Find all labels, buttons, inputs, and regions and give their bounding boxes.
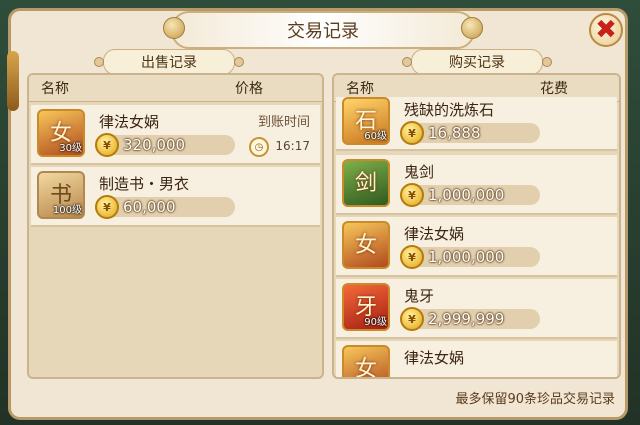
- buy-row[interactable]: 剑 鬼剑 ¥ 1,000,000: [336, 155, 617, 215]
- buy-record-list[interactable]: 名称 花费 石 60级 残缺的洗炼石 ¥ 16,888 剑 鬼剑 ¥ 1,000…: [332, 73, 621, 379]
- sell-list-header: 名称 价格: [29, 75, 322, 102]
- item-level: 100级: [52, 205, 82, 216]
- buy-row[interactable]: 女 律法女娲 ¥ 1,000,000: [336, 217, 617, 277]
- item-name: 残缺的洗炼石: [404, 101, 495, 119]
- item-thumbnail: 女 30级: [37, 109, 85, 157]
- item-thumbnail: 书 100级: [37, 171, 85, 219]
- buy-header-cost: 花费: [540, 81, 568, 97]
- buy-row[interactable]: 女 律法女娲: [336, 341, 617, 379]
- item-price: 2,999,999: [428, 310, 505, 328]
- ghost-sword-icon: 剑: [354, 171, 377, 196]
- price-bar: ¥ 1,000,000: [400, 245, 540, 269]
- item-price: 1,000,000: [428, 186, 505, 204]
- dialog-title-bar: 交易记录: [163, 11, 483, 49]
- price-bar: ¥ 60,000: [95, 195, 235, 219]
- item-price: 1,000,000: [428, 248, 505, 266]
- item-name: 鬼牙: [404, 287, 435, 305]
- sell-record-list: 名称 价格 女 30级 律法女娲 ¥ 320,000 到账时间 ◷ 16:17 …: [27, 73, 324, 379]
- coin-icon: ¥: [95, 195, 119, 219]
- sell-header-name: 名称: [41, 81, 69, 97]
- buy-header-name: 名称: [346, 81, 374, 97]
- item-level: 60级: [364, 131, 387, 142]
- sell-row[interactable]: 女 30级 律法女娲 ¥ 320,000 到账时间 ◷ 16:17: [31, 105, 320, 165]
- dialog-title: 交易记录: [287, 21, 359, 42]
- item-price: 60,000: [123, 198, 176, 216]
- coin-icon: ¥: [400, 183, 424, 207]
- buy-row[interactable]: 牙 90级 鬼牙 ¥ 2,999,999: [336, 279, 617, 339]
- price-bar: ¥ 16,888: [400, 121, 540, 145]
- item-avatar-icon: 女: [354, 233, 377, 258]
- item-thumbnail: 石 60级: [342, 97, 390, 145]
- item-name: 鬼剑: [404, 163, 435, 181]
- due-time-label: 到账时间: [257, 115, 310, 130]
- item-price: 320,000: [123, 136, 186, 154]
- item-thumbnail: 剑: [342, 159, 390, 207]
- item-thumbnail: 女: [342, 345, 390, 379]
- buy-row[interactable]: 石 60级 残缺的洗炼石 ¥ 16,888: [336, 97, 617, 151]
- sell-section-label: 出售记录: [141, 55, 197, 71]
- price-bar: ¥ 1,000,000: [400, 183, 540, 207]
- decorative-tassel: [7, 51, 19, 111]
- item-level: 30级: [59, 143, 82, 154]
- sell-header-price: 价格: [235, 81, 263, 97]
- item-avatar-icon: 女: [354, 357, 377, 379]
- sell-row[interactable]: 书 100级 制造书・男衣 ¥ 60,000: [31, 167, 320, 227]
- trade-record-dialog: 交易记录 ✖ 出售记录 名称 价格 女 30级 律法女娲 ¥ 320,000 到…: [7, 8, 628, 420]
- due-time-value: 16:17: [275, 139, 310, 153]
- item-name: 律法女娲: [404, 349, 465, 367]
- title-knob-left: [163, 17, 185, 39]
- price-bar: ¥ 2,999,999: [400, 307, 540, 331]
- buy-section-label: 购买记录: [449, 55, 505, 71]
- item-name: 律法女娲: [99, 113, 160, 131]
- coin-icon: ¥: [400, 121, 424, 145]
- title-knob-right: [461, 17, 483, 39]
- coin-icon: ¥: [400, 307, 424, 331]
- coin-icon: ¥: [400, 245, 424, 269]
- close-button[interactable]: ✖: [589, 13, 623, 47]
- item-level: 90级: [364, 317, 387, 328]
- buy-section-title: 购买记录: [402, 49, 552, 75]
- sell-section-title: 出售记录: [94, 49, 244, 75]
- item-price: 16,888: [428, 124, 481, 142]
- item-thumbnail: 女: [342, 221, 390, 269]
- price-bar: ¥ 320,000: [95, 133, 235, 157]
- item-name: 律法女娲: [404, 225, 465, 243]
- footer-note: 最多保留90条珍品交易记录: [455, 392, 615, 407]
- item-name: 制造书・男衣: [99, 175, 190, 193]
- clock-icon: ◷: [249, 137, 269, 157]
- close-icon: ✖: [595, 15, 617, 45]
- item-thumbnail: 牙 90级: [342, 283, 390, 331]
- coin-icon: ¥: [95, 133, 119, 157]
